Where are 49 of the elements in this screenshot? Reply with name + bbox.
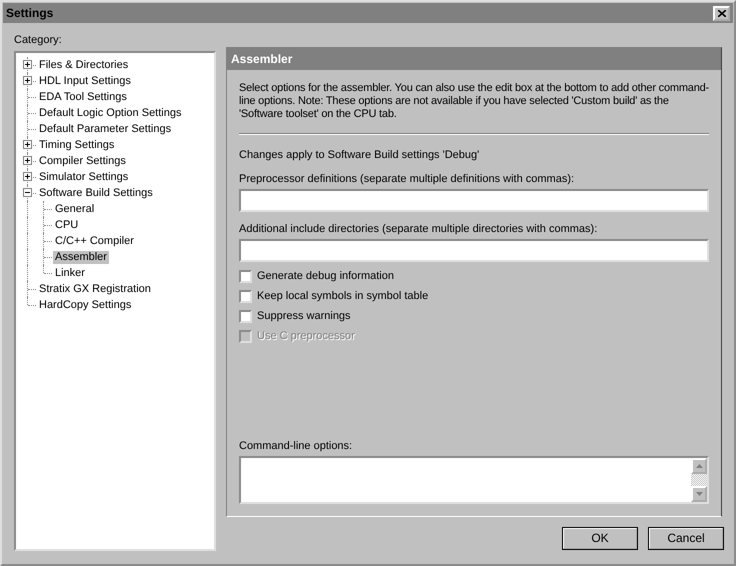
tree-item[interactable]: General [53, 202, 96, 216]
dialog-button[interactable]: OK [562, 527, 638, 550]
tree-item[interactable]: HDL Input Settings [37, 74, 133, 88]
field-label: Additional include directories (separate multiple directories with commas): [239, 223, 598, 236]
checkbox-label: Generate debug information [257, 270, 394, 283]
tree-item[interactable]: Compiler Settings [37, 154, 128, 168]
checkbox[interactable] [239, 270, 252, 283]
tree-item[interactable]: Default Logic Option Settings [37, 106, 184, 120]
tree-item[interactable]: C/C++ Compiler [53, 234, 136, 248]
category-label: Category: [14, 34, 63, 47]
tree-item[interactable]: Software Build Settings [37, 186, 155, 200]
input-field[interactable] [239, 189, 709, 212]
checkbox[interactable] [239, 290, 252, 303]
field-label: Command-line options: [239, 440, 354, 453]
tree-item[interactable]: Default Parameter Settings [37, 122, 174, 136]
expand-icon[interactable] [23, 140, 32, 149]
expand-icon[interactable] [23, 60, 32, 69]
collapse-icon[interactable] [23, 188, 32, 197]
tree-item[interactable]: Assembler [53, 250, 109, 264]
expand-icon[interactable] [23, 76, 32, 85]
tree-item[interactable]: Timing Settings [37, 138, 116, 152]
tree-item[interactable]: Linker [53, 266, 87, 280]
dialog-button[interactable]: Cancel [648, 527, 724, 550]
up-arrow-icon [696, 464, 702, 468]
expand-icon[interactable] [23, 172, 32, 181]
scrollbar[interactable] [691, 458, 707, 502]
window-title: Settings [6, 6, 54, 20]
build-note: Changes apply to Software Build settings 'Debug' [239, 149, 480, 162]
close-button[interactable] [713, 6, 730, 20]
tree-item[interactable]: EDA Tool Settings [37, 90, 129, 104]
tree-item[interactable]: Simulator Settings [37, 170, 130, 184]
tree-item[interactable]: CPU [53, 218, 80, 232]
tree-item[interactable]: Stratix GX Registration [37, 282, 153, 296]
tree-item[interactable]: HardCopy Settings [37, 298, 134, 312]
input-field[interactable] [239, 239, 709, 262]
scroll-up-button[interactable] [691, 458, 707, 474]
checkbox-label: Keep local symbols in symbol table [257, 290, 428, 303]
scroll-down-button[interactable] [691, 486, 707, 502]
checkbox-label: Use C preprocessor [257, 330, 355, 343]
field-label: Preprocessor definitions (separate multiple definitions with commas): [239, 173, 576, 186]
command-line-field[interactable] [239, 456, 709, 504]
tree-item[interactable]: Files & Directories [37, 58, 130, 72]
checkbox-label: Suppress warnings [257, 310, 351, 323]
down-arrow-icon [696, 492, 702, 496]
expand-icon[interactable] [23, 156, 32, 165]
checkbox[interactable] [239, 310, 252, 323]
panel-title: Assembler [227, 48, 721, 70]
close-icon [718, 10, 726, 16]
description-text: Select options for the assembler. You can also use the edit box at the bottom to add other command-line options. Note: These options are not available if you have selected 'Custom build' as the 'Software toolset' on the CPU tab. [239, 82, 709, 121]
